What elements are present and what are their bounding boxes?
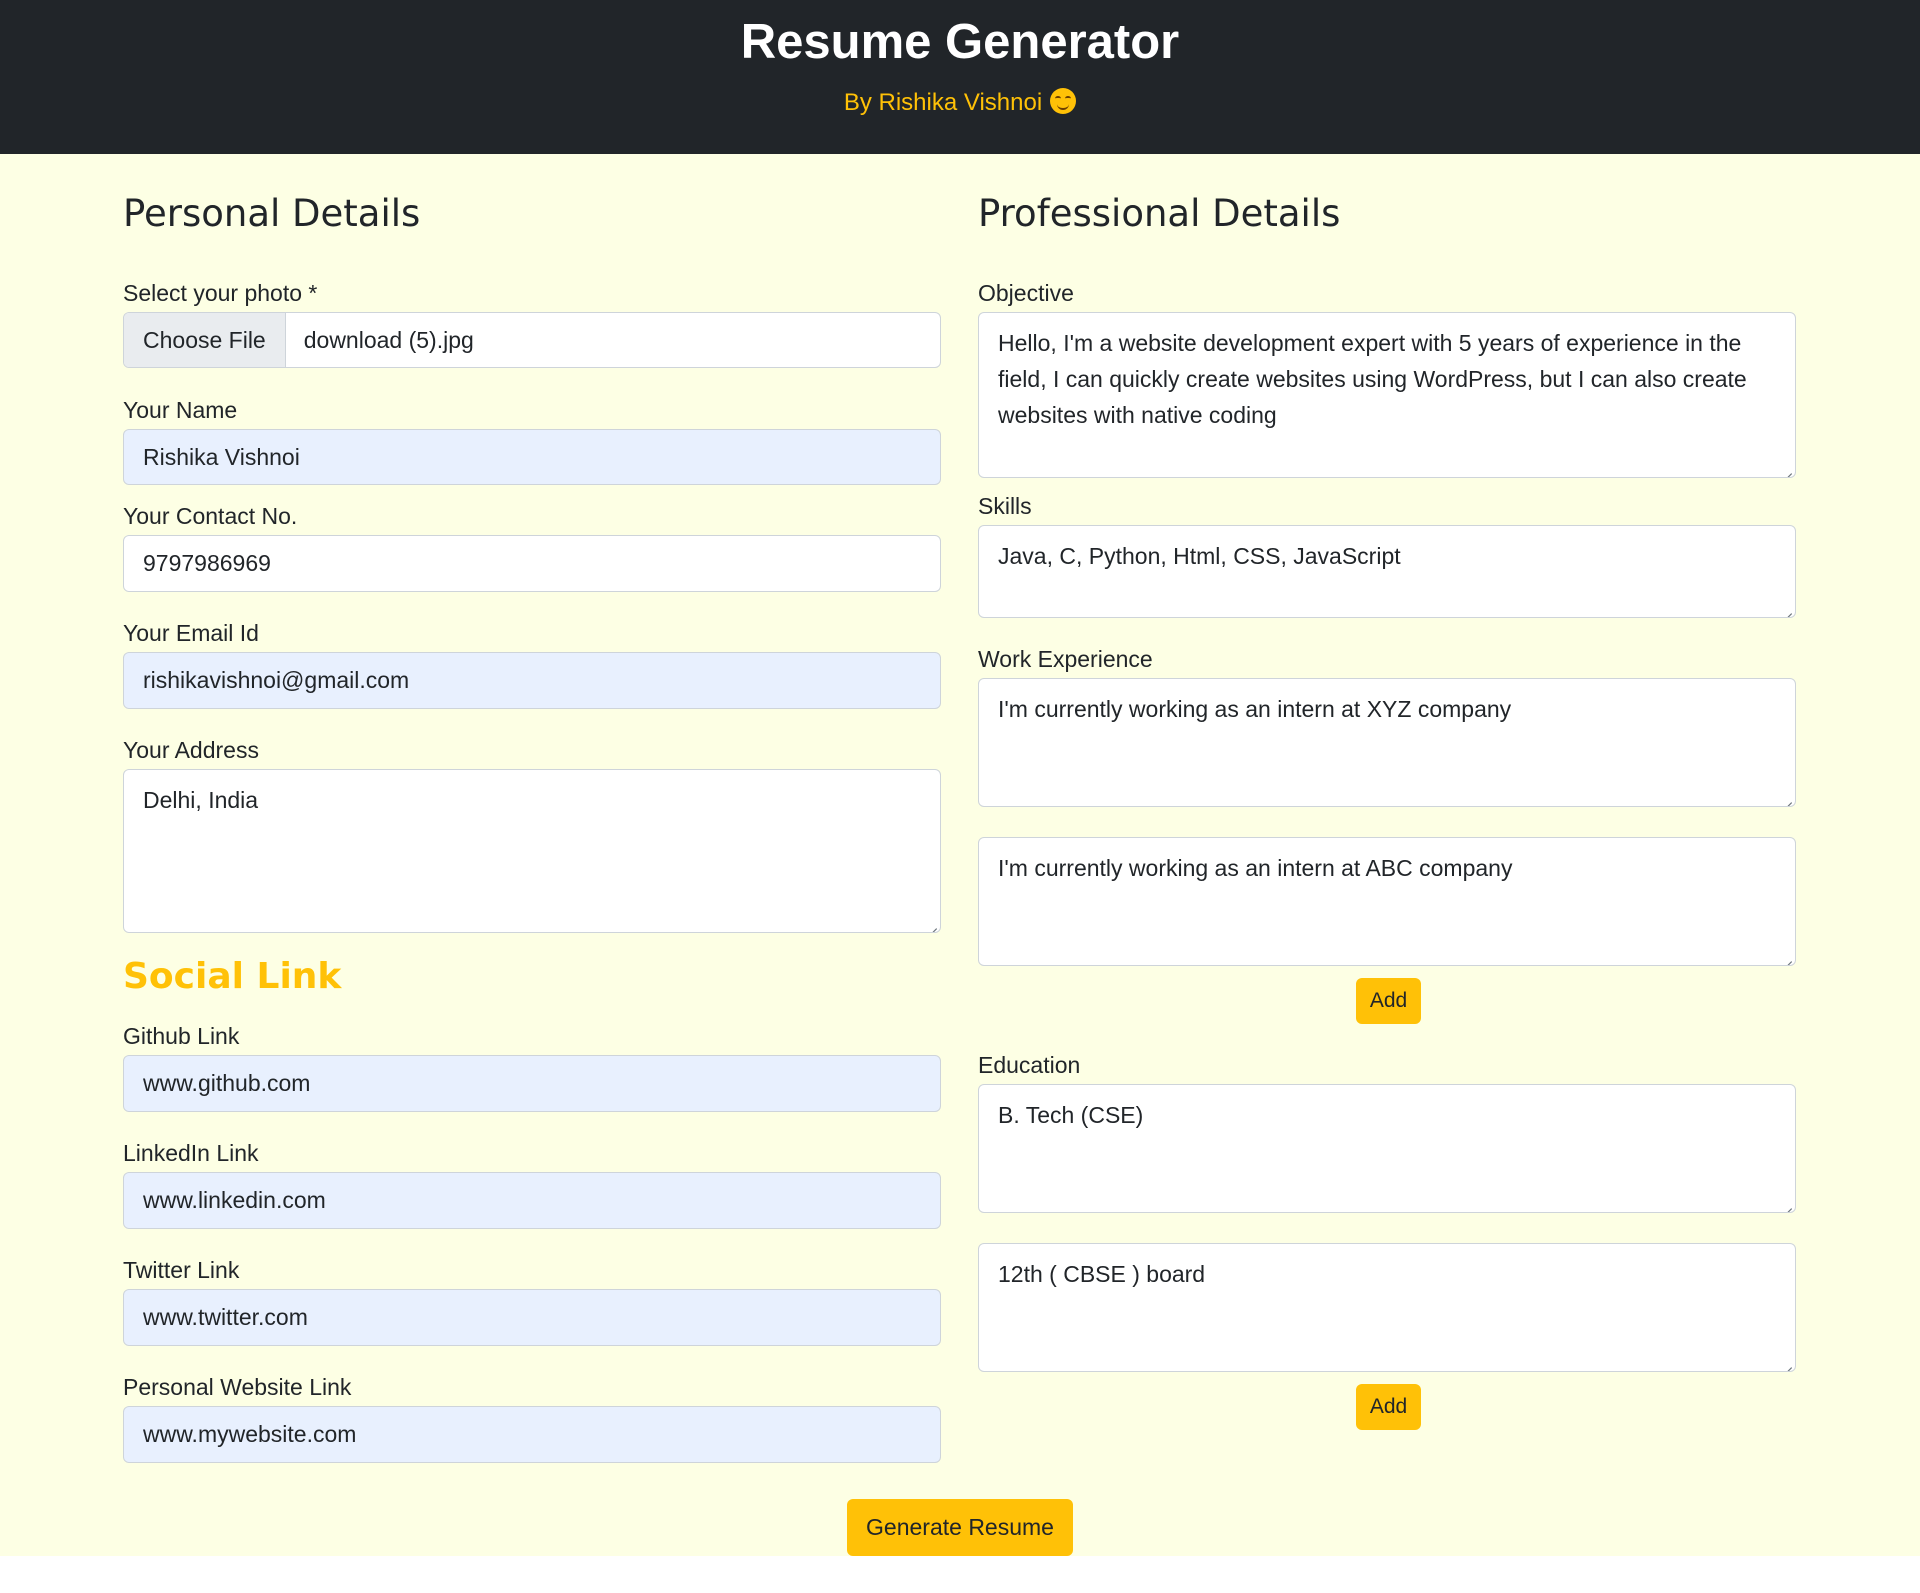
name-label: Your Name bbox=[123, 397, 238, 423]
choose-file-button[interactable]: Choose File bbox=[124, 313, 286, 367]
linkedin-input[interactable]: www.linkedin.com bbox=[123, 1172, 941, 1229]
linkedin-input-value: www.linkedin.com bbox=[143, 1187, 326, 1213]
education-label: Education bbox=[978, 1052, 1081, 1078]
skills-textarea-value: Java, C, Python, Html, CSS, JavaScript bbox=[998, 543, 1401, 569]
selected-file-name: download (5).jpg bbox=[303, 326, 474, 353]
personal-details-heading: Personal Details bbox=[123, 192, 421, 235]
objective-label: Objective bbox=[978, 280, 1074, 306]
email-input-value: rishikavishnoi@gmail.com bbox=[143, 667, 410, 693]
add-education-button[interactable]: Add bbox=[1356, 1384, 1421, 1430]
name-input[interactable]: Rishika Vishnoi bbox=[123, 429, 941, 485]
author-byline: By Rishika Vishnoi bbox=[0, 88, 1920, 118]
objective-textarea[interactable]: Hello, I'm a website development expert … bbox=[978, 312, 1796, 478]
smiling-face-icon bbox=[1050, 88, 1077, 114]
linkedin-label: LinkedIn Link bbox=[123, 1140, 259, 1166]
work-experience-textarea[interactable]: I'm currently working as an intern at AB… bbox=[978, 837, 1796, 966]
website-input-value: www.mywebsite.com bbox=[143, 1421, 357, 1447]
name-input-value: Rishika Vishnoi bbox=[143, 443, 300, 470]
education-textarea[interactable]: 12th ( CBSE ) board bbox=[978, 1243, 1796, 1372]
contact-label: Your Contact No. bbox=[123, 503, 298, 529]
resize-handle-icon[interactable] bbox=[1782, 1199, 1792, 1209]
twitter-input-value: www.twitter.com bbox=[143, 1304, 308, 1330]
skills-label: Skills bbox=[978, 493, 1032, 519]
resize-handle-icon[interactable] bbox=[1782, 793, 1792, 803]
address-label: Your Address bbox=[123, 737, 259, 763]
contact-input-value: 9797986969 bbox=[143, 550, 271, 576]
contact-input[interactable]: 9797986969 bbox=[123, 535, 941, 592]
twitter-input[interactable]: www.twitter.com bbox=[123, 1289, 941, 1346]
photo-file-input[interactable]: Choose File download (5).jpg bbox=[123, 312, 941, 368]
email-label: Your Email Id bbox=[123, 620, 259, 646]
social-link-heading: Social Link bbox=[123, 956, 342, 997]
github-label: Github Link bbox=[123, 1023, 240, 1049]
skills-textarea[interactable]: Java, C, Python, Html, CSS, JavaScript bbox=[978, 525, 1796, 618]
education-value: B. Tech (CSE) bbox=[998, 1102, 1144, 1128]
work-experience-label: Work Experience bbox=[978, 646, 1153, 672]
work-experience-value: I'm currently working as an intern at AB… bbox=[998, 855, 1513, 881]
add-work-experience-button[interactable]: Add bbox=[1356, 978, 1421, 1024]
photo-label: Select your photo * bbox=[123, 280, 318, 306]
resize-handle-icon[interactable] bbox=[1782, 604, 1792, 614]
page-title: Resume Generator bbox=[740, 15, 1180, 69]
education-textarea[interactable]: B. Tech (CSE) bbox=[978, 1084, 1796, 1213]
work-experience-value: I'm currently working as an intern at XY… bbox=[998, 696, 1512, 722]
address-textarea-value: Delhi, India bbox=[143, 787, 259, 813]
github-input[interactable]: www.github.com bbox=[123, 1055, 941, 1112]
education-value: 12th ( CBSE ) board bbox=[998, 1261, 1206, 1287]
resize-handle-icon[interactable] bbox=[1782, 1358, 1792, 1368]
resize-handle-icon[interactable] bbox=[1782, 464, 1792, 474]
author-byline-text: By Rishika Vishnoi bbox=[843, 89, 1043, 116]
page-header: Resume Generator By Rishika Vishnoi bbox=[0, 0, 1920, 154]
twitter-label: Twitter Link bbox=[123, 1257, 240, 1283]
website-input[interactable]: www.mywebsite.com bbox=[123, 1406, 941, 1463]
github-input-value: www.github.com bbox=[143, 1070, 311, 1096]
address-textarea[interactable]: Delhi, India bbox=[123, 769, 941, 933]
work-experience-textarea[interactable]: I'm currently working as an intern at XY… bbox=[978, 678, 1796, 807]
website-label: Personal Website Link bbox=[123, 1374, 352, 1400]
email-input[interactable]: rishikavishnoi@gmail.com bbox=[123, 652, 941, 709]
professional-details-heading: Professional Details bbox=[978, 192, 1341, 235]
objective-textarea-value: Hello, I'm a website development expert … bbox=[998, 330, 1747, 428]
resize-handle-icon[interactable] bbox=[1782, 952, 1792, 962]
generate-resume-button[interactable]: Generate Resume bbox=[847, 1499, 1073, 1556]
resume-form: Personal Details Select your photo * Cho… bbox=[0, 154, 1920, 1556]
resize-handle-icon[interactable] bbox=[927, 919, 937, 929]
